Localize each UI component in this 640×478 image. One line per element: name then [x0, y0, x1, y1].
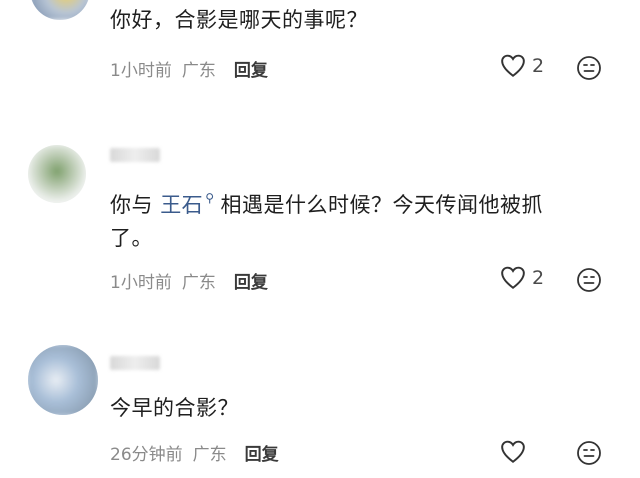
- heart-outline-icon: [501, 440, 525, 463]
- emoji-face-icon[interactable]: [576, 440, 602, 466]
- emoji-face-icon[interactable]: [576, 267, 602, 293]
- avatar[interactable]: [30, 0, 90, 20]
- comment-time: 1小时前: [110, 273, 172, 293]
- like-count: 2: [532, 267, 545, 289]
- search-icon[interactable]: ⚲: [205, 178, 214, 218]
- comment-text: 今早的合影？: [110, 396, 239, 420]
- like-button[interactable]: [500, 440, 532, 464]
- reply-button[interactable]: 回复: [234, 61, 268, 81]
- mention-link[interactable]: 王石: [160, 193, 203, 217]
- reply-button[interactable]: 回复: [245, 445, 279, 465]
- username[interactable]: [110, 148, 160, 162]
- comment-text-before: 你与: [110, 193, 153, 217]
- comment-location: 广东: [181, 61, 216, 81]
- comment-time: 26分钟前: [110, 445, 183, 465]
- heart-outline-icon: [501, 266, 525, 289]
- comment-text: 你与 王石 ⚲ 相遇是什么时候？今天传闻他被抓: [110, 178, 543, 225]
- comment-text: 你好，合影是哪天的事呢？: [110, 8, 368, 32]
- comment-time: 1小时前: [110, 61, 172, 81]
- comment-meta: 26分钟前 广东 回复: [110, 440, 289, 465]
- emoji-face-icon[interactable]: [576, 55, 602, 81]
- heart-outline-icon: [501, 54, 525, 77]
- avatar[interactable]: [28, 145, 86, 203]
- comment-location: 广东: [181, 273, 216, 293]
- reply-button[interactable]: 回复: [234, 273, 268, 293]
- comment-meta: 1小时前 广东 回复: [110, 56, 278, 81]
- comment-text-line2: 了。: [110, 226, 153, 250]
- comment-text-after: 相遇是什么时候？今天传闻他被抓: [220, 193, 543, 217]
- comment-meta: 1小时前 广东 回复: [110, 268, 278, 293]
- avatar[interactable]: [28, 345, 98, 415]
- like-count: 2: [532, 55, 545, 77]
- like-button[interactable]: 2: [500, 266, 544, 290]
- comment-location: 广东: [192, 445, 227, 465]
- username[interactable]: [110, 356, 160, 370]
- like-button[interactable]: 2: [500, 54, 544, 78]
